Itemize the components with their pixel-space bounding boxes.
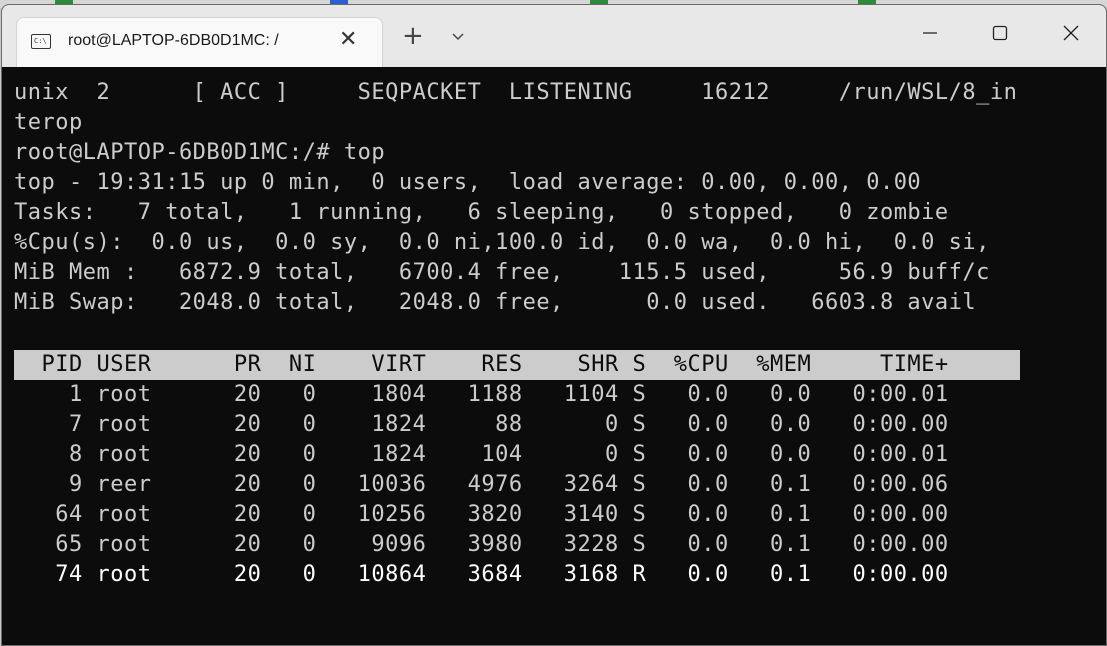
- minimize-button[interactable]: [910, 17, 950, 49]
- process-row: 64 root 20 0 10256 3820 3140 S 0.0 0.1 0…: [14, 502, 949, 527]
- process-row: 8 root 20 0 1824 104 0 S 0.0 0.0 0:00.01: [14, 442, 949, 467]
- terminal-output[interactable]: unix 2 [ ACC ] SEQPACKET LISTENING 16212…: [2, 67, 1106, 645]
- process-row: 7 root 20 0 1824 88 0 S 0.0 0.0 0:00.00: [14, 412, 949, 437]
- tab-close-icon[interactable]: ✕: [339, 27, 357, 52]
- top-summary-uptime: top - 19:31:15 up 0 min, 0 users, load a…: [14, 170, 922, 195]
- terminal-line: unix 2 [ ACC ] SEQPACKET LISTENING 16212…: [14, 80, 1018, 105]
- close-icon: [1063, 25, 1079, 41]
- close-window-button[interactable]: [1051, 17, 1091, 49]
- process-row: 9 reer 20 0 10036 4976 3264 S 0.0 0.1 0:…: [14, 472, 949, 497]
- process-row: 1 root 20 0 1804 1188 1104 S 0.0 0.0 0:0…: [14, 382, 949, 407]
- console-icon: C:\: [31, 34, 51, 49]
- maximize-button[interactable]: [980, 17, 1020, 49]
- terminal-window: C:\ root@LAPTOP-6DB0D1MC: / ✕ + unix 2 […: [1, 4, 1107, 646]
- terminal-line: terop: [14, 110, 83, 135]
- title-bar[interactable]: C:\ root@LAPTOP-6DB0D1MC: / ✕ +: [2, 5, 1106, 70]
- top-summary-tasks: Tasks: 7 total, 1 running, 6 sleeping, 0…: [14, 200, 949, 225]
- tab-title: root@LAPTOP-6DB0D1MC: /: [68, 32, 279, 49]
- chevron-down-icon[interactable]: [451, 29, 465, 43]
- top-summary-mem: MiB Mem : 6872.9 total, 6700.4 free, 115…: [14, 260, 990, 285]
- process-row: 65 root 20 0 9096 3980 3228 S 0.0 0.1 0:…: [14, 532, 949, 557]
- maximize-icon: [992, 25, 1008, 41]
- top-summary-cpu: %Cpu(s): 0.0 us, 0.0 sy, 0.0 ni,100.0 id…: [14, 230, 990, 255]
- new-tab-button[interactable]: +: [402, 23, 424, 49]
- top-summary-swap: MiB Swap: 2048.0 total, 2048.0 free, 0.0…: [14, 290, 977, 315]
- terminal-prompt: root@LAPTOP-6DB0D1MC:/# top: [14, 140, 386, 165]
- process-row-running: 74 root 20 0 10864 3684 3168 R 0.0 0.1 0…: [14, 562, 949, 587]
- process-table-header: PID USER PR NI VIRT RES SHR S %CPU %MEM …: [14, 350, 1020, 380]
- minimize-icon: [923, 32, 937, 34]
- tab-terminal[interactable]: C:\ root@LAPTOP-6DB0D1MC: / ✕: [16, 17, 383, 70]
